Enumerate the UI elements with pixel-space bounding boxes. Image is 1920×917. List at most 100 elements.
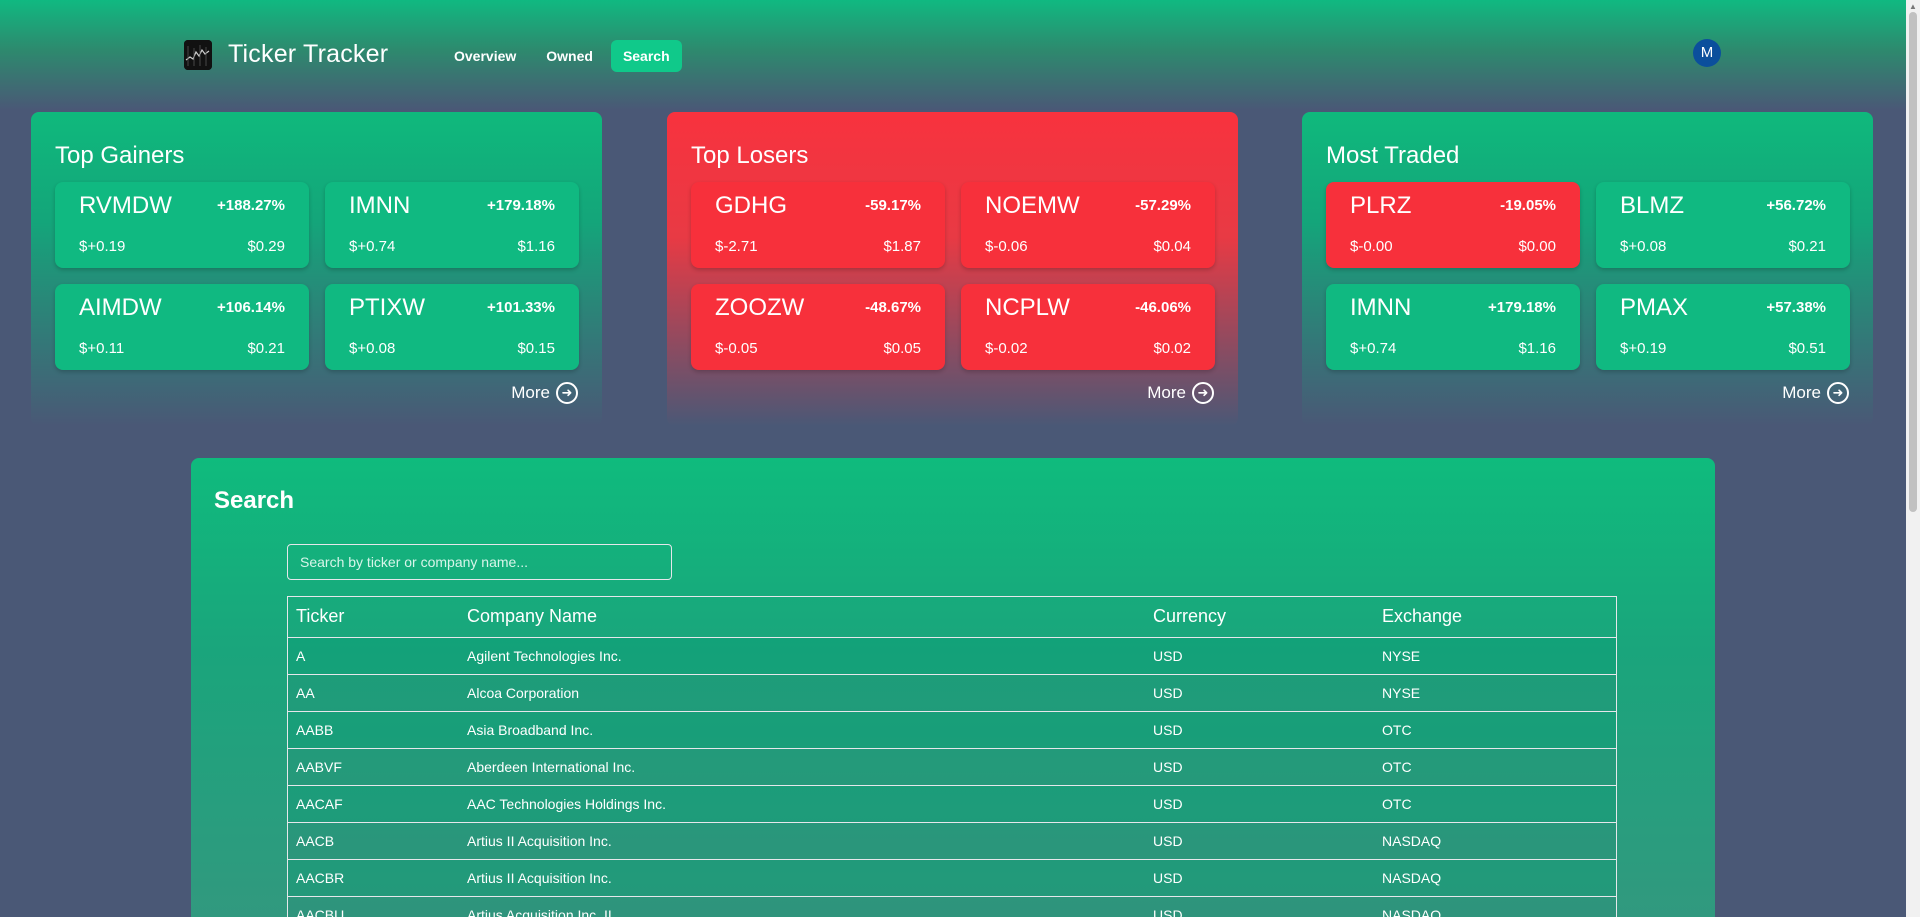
card-percent: -19.05% [1500, 197, 1556, 214]
stock-card[interactable]: PTIXW +101.33% $+0.08 $0.15 [325, 284, 579, 370]
card-percent: +179.18% [1488, 299, 1556, 316]
cell-exchange: NASDAQ [1374, 822, 1616, 860]
card-ticker: BLMZ [1620, 192, 1685, 219]
card-price: $0.29 [247, 238, 285, 255]
stock-card[interactable]: ZOOZW -48.67% $-0.05 $0.05 [691, 284, 945, 370]
card-price: $0.15 [517, 340, 555, 357]
card-ticker: AIMDW [79, 294, 162, 321]
stock-card[interactable]: PLRZ -19.05% $-0.00 $0.00 [1326, 182, 1580, 268]
stock-card[interactable]: AIMDW +106.14% $+0.11 $0.21 [55, 284, 309, 370]
card-percent: +179.18% [487, 197, 555, 214]
card-ticker: ZOOZW [715, 294, 805, 321]
card-ticker: PMAX [1620, 294, 1689, 321]
app-title[interactable]: Ticker Tracker [228, 40, 388, 69]
stock-card[interactable]: IMNN +179.18% $+0.74 $1.16 [325, 182, 579, 268]
arrow-right-circle-icon: ➜ [1192, 382, 1214, 404]
chart-logo-icon [184, 40, 212, 70]
card-ticker: PLRZ [1350, 192, 1412, 219]
card-percent: -48.67% [865, 299, 921, 316]
card-price: $0.51 [1788, 340, 1826, 357]
card-price: $0.02 [1153, 340, 1191, 357]
cell-exchange: OTC [1374, 711, 1616, 749]
card-ticker: NCPLW [985, 294, 1070, 321]
card-price: $0.05 [883, 340, 921, 357]
stock-card[interactable]: GDHG -59.17% $-2.71 $1.87 [691, 182, 945, 268]
table-row[interactable]: AACBU Artius Acquisition Inc. II USD NAS… [288, 896, 1616, 917]
card-change: $+0.74 [349, 238, 396, 255]
cell-company: Artius II Acquisition Inc. [459, 822, 1145, 860]
cell-currency: USD [1145, 859, 1374, 897]
more-link[interactable]: More ➜ [511, 382, 578, 404]
card-percent: -57.29% [1135, 197, 1191, 214]
more-link[interactable]: More ➜ [1147, 382, 1214, 404]
card-ticker: IMNN [349, 192, 411, 219]
cell-company: Alcoa Corporation [459, 674, 1145, 712]
panel-title: Top Gainers [55, 142, 185, 169]
card-change: $-0.02 [985, 340, 1028, 357]
card-ticker: RVMDW [79, 192, 172, 219]
cell-currency: USD [1145, 785, 1374, 823]
table-row[interactable]: AACAF AAC Technologies Holdings Inc. USD… [288, 785, 1616, 823]
cell-ticker: AA [288, 674, 459, 712]
cell-company: Asia Broadband Inc. [459, 711, 1145, 749]
table-row[interactable]: AABVF Aberdeen International Inc. USD OT… [288, 748, 1616, 786]
more-link[interactable]: More ➜ [1782, 382, 1849, 404]
card-change: $+0.11 [79, 340, 125, 357]
cell-ticker: A [288, 637, 459, 675]
table-row[interactable]: AACB Artius II Acquisition Inc. USD NASD… [288, 822, 1616, 860]
cell-exchange: NASDAQ [1374, 859, 1616, 897]
card-price: $0.04 [1153, 238, 1191, 255]
table-row[interactable]: AACBR Artius II Acquisition Inc. USD NAS… [288, 859, 1616, 897]
stock-card[interactable]: RVMDW +188.27% $+0.19 $0.29 [55, 182, 309, 268]
search-input[interactable] [287, 544, 672, 580]
app-logo[interactable] [184, 40, 212, 70]
more-label: More [511, 383, 550, 402]
panel-title: Most Traded [1326, 142, 1460, 169]
card-change: $-2.71 [715, 238, 758, 255]
nav-owned[interactable]: Owned [534, 40, 605, 72]
card-percent: +101.33% [487, 299, 555, 316]
card-price: $1.16 [517, 238, 555, 255]
column-header-exchange[interactable]: Exchange [1374, 597, 1616, 638]
cell-ticker: AACB [288, 822, 459, 860]
nav-overview[interactable]: Overview [442, 40, 528, 72]
column-header-ticker[interactable]: Ticker [288, 597, 459, 638]
ticker-table: Ticker Company Name Currency Exchange A … [287, 596, 1617, 917]
card-percent: +188.27% [217, 197, 285, 214]
cell-exchange: OTC [1374, 785, 1616, 823]
cell-exchange: NASDAQ [1374, 896, 1616, 917]
main-nav: Overview Owned Search [442, 40, 682, 72]
search-panel: Search Ticker Company Name Currency Exch… [191, 458, 1715, 917]
scrollbar-thumb[interactable] [1909, 12, 1917, 512]
column-header-company[interactable]: Company Name [459, 597, 1145, 638]
stock-card[interactable]: NOEMW -57.29% $-0.06 $0.04 [961, 182, 1215, 268]
cell-currency: USD [1145, 822, 1374, 860]
card-ticker: PTIXW [349, 294, 425, 321]
nav-search[interactable]: Search [610, 40, 682, 72]
card-ticker: GDHG [715, 192, 787, 219]
cell-company: Agilent Technologies Inc. [459, 637, 1145, 675]
table-row[interactable]: AABB Asia Broadband Inc. USD OTC [288, 711, 1616, 749]
page-scrollbar[interactable]: ▲ [1906, 0, 1920, 917]
card-ticker: IMNN [1350, 294, 1412, 321]
stock-card[interactable]: PMAX +57.38% $+0.19 $0.51 [1596, 284, 1850, 370]
top-gainers-panel: Top Gainers RVMDW +188.27% $+0.19 $0.29 … [31, 112, 602, 426]
column-header-currency[interactable]: Currency [1145, 597, 1374, 638]
stock-card[interactable]: BLMZ +56.72% $+0.08 $0.21 [1596, 182, 1850, 268]
table-row[interactable]: A Agilent Technologies Inc. USD NYSE [288, 637, 1616, 675]
user-avatar[interactable]: M [1693, 39, 1721, 67]
panel-title: Top Losers [691, 142, 809, 169]
cell-company: Artius II Acquisition Inc. [459, 859, 1145, 897]
cell-currency: USD [1145, 711, 1374, 749]
card-change: $+0.74 [1350, 340, 1397, 357]
stock-card[interactable]: NCPLW -46.06% $-0.02 $0.02 [961, 284, 1215, 370]
stock-card[interactable]: IMNN +179.18% $+0.74 $1.16 [1326, 284, 1580, 370]
cell-ticker: AABB [288, 711, 459, 749]
card-percent: -46.06% [1135, 299, 1191, 316]
card-percent: +56.72% [1766, 197, 1826, 214]
table-row[interactable]: AA Alcoa Corporation USD NYSE [288, 674, 1616, 712]
card-change: $-0.06 [985, 238, 1028, 255]
card-change: $-0.00 [1350, 238, 1393, 255]
cell-company: Aberdeen International Inc. [459, 748, 1145, 786]
scroll-up-arrow-icon[interactable]: ▲ [1909, 2, 1917, 11]
